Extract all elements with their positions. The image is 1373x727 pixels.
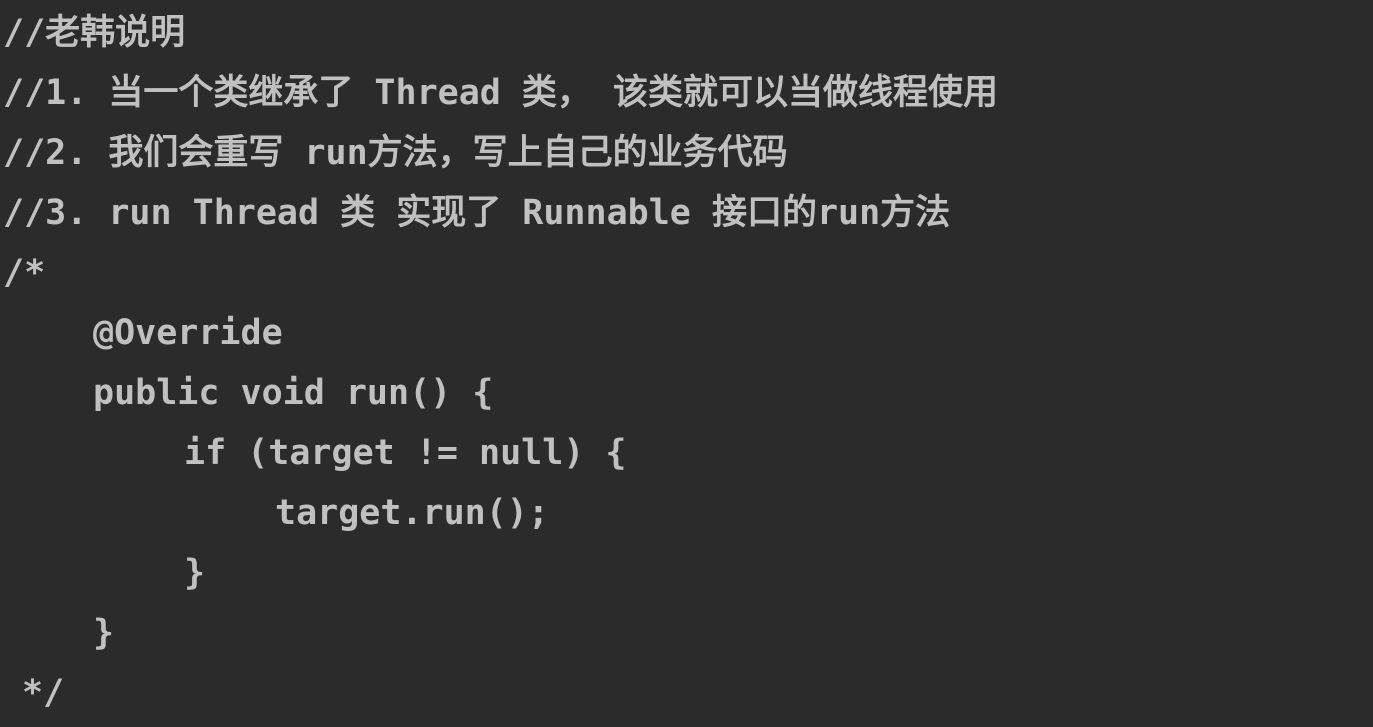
code-editor[interactable]: //老韩说明 //1. 当一个类继承了 Thread 类， 该类就可以当做线程使… <box>0 0 1373 727</box>
comment-line-title: //老韩说明 <box>3 13 186 53</box>
override-annotation: @Override <box>93 313 283 353</box>
comment-line-2: //2. 我们会重写 run方法，写上自己的业务代码 <box>3 133 788 173</box>
comment-line-3: //3. run Thread 类 实现了 Runnable 接口的run方法 <box>3 193 951 233</box>
method-closing-brace: } <box>93 613 115 653</box>
comment-line-1: //1. 当一个类继承了 Thread 类， 该类就可以当做线程使用 <box>3 73 999 113</box>
block-comment-open: /* <box>3 253 46 293</box>
block-comment-close: */ <box>22 673 65 713</box>
if-statement: if (target != null) { <box>184 433 627 473</box>
method-signature: public void run() { <box>93 373 494 413</box>
target-run-call: target.run(); <box>275 493 549 533</box>
if-closing-brace: } <box>184 553 206 593</box>
